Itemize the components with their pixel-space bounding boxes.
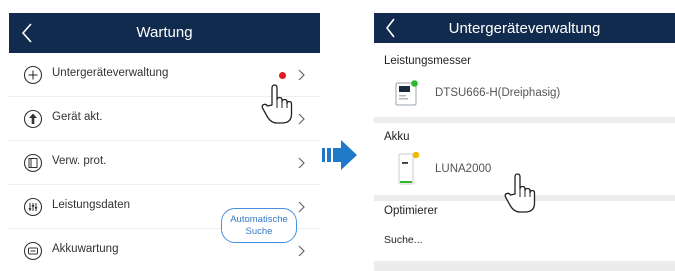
section-title: Optimierer — [384, 205, 438, 217]
auto-search-label-line2: Suche — [245, 226, 273, 237]
page-title: Wartung — [136, 24, 193, 41]
transition-arrow-icon — [322, 140, 357, 170]
log-icon — [23, 153, 43, 173]
device-name: DTSU666-H(Dreiphasig) — [435, 87, 561, 99]
power-meter-device-icon — [395, 80, 418, 106]
auto-search-button[interactable]: Automatische Suche — [221, 208, 297, 243]
add-circle-icon — [23, 65, 43, 85]
power-meter-section: Leistungsmesser DTSU666-H(Dreiphasig) — [374, 43, 675, 117]
hand-pointer-icon — [261, 84, 293, 124]
chevron-right-icon — [298, 245, 305, 257]
battery-maintenance-icon — [23, 241, 43, 261]
subdevice-header: Untergeräteverwaltung — [374, 13, 675, 43]
chevron-right-icon — [298, 113, 305, 125]
notification-dot — [279, 72, 286, 79]
menu-item-label: Untergeräteverwaltung — [52, 67, 169, 79]
battery-device-icon — [398, 151, 420, 185]
chevron-right-icon — [298, 157, 305, 169]
hand-pointer-icon — [504, 173, 536, 213]
menu-item-label: Akkuwartung — [52, 243, 119, 255]
section-title: Akku — [384, 131, 410, 143]
upgrade-icon — [23, 109, 43, 129]
performance-data-icon — [23, 197, 43, 217]
section-title: Leistungsmesser — [384, 55, 471, 67]
device-name: LUNA2000 — [435, 163, 492, 175]
auto-search-label-line1: Automatische — [230, 214, 288, 225]
page-title: Untergeräteverwaltung — [448, 20, 601, 37]
menu-item-label: Gerät akt. — [52, 111, 103, 123]
chevron-right-icon — [298, 201, 305, 213]
menu-item-log-management[interactable]: Verw. prot. — [9, 141, 320, 185]
menu-item-label: Verw. prot. — [52, 155, 107, 167]
menu-item-label: Leistungsdaten — [52, 199, 131, 211]
maintenance-header: Wartung — [9, 13, 320, 53]
chevron-right-icon — [298, 69, 305, 81]
search-status-text: Suche... — [384, 234, 423, 246]
subdevice-management-screen: Untergeräteverwaltung Leistungsmesser DT… — [374, 13, 675, 271]
